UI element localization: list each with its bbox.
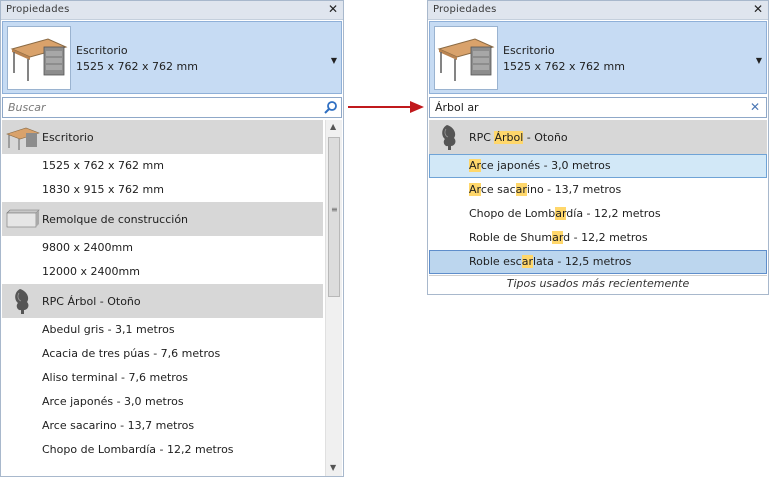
list-item[interactable]: Roble de Shumard - 12,2 metros [429,226,767,250]
trailer-icon [6,209,40,228]
tree-icon [442,125,456,150]
group-header-escritorio[interactable]: Escritorio [2,120,323,154]
scroll-thumb[interactable]: ≡ [328,137,340,297]
group-header-rpc-arbol[interactable]: RPC Árbol - Otoño [2,284,323,318]
search-box[interactable] [2,97,342,118]
tree-icon [15,289,29,314]
group-header-rpc-arbol[interactable]: RPC Árbol - Otoño [429,120,767,154]
close-icon[interactable]: ✕ [753,2,763,16]
list-item-hovered[interactable]: Arce japonés - 3,0 metros [429,154,767,178]
chevron-down-icon[interactable]: ▼ [331,56,337,65]
match-highlight: ar [552,231,564,244]
panel-titlebar: Propiedades ✕ [1,1,343,20]
match-highlight: ar [515,183,527,196]
match-highlight: Árbol [494,131,524,144]
desk-thumbnail [434,26,498,90]
panel-title: Propiedades [6,4,70,15]
arrow-icon [348,101,424,113]
clear-icon[interactable]: ✕ [750,100,760,114]
list-item[interactable]: Chopo de Lombardía - 12,2 metros [429,202,767,226]
match-highlight: Ar [469,183,481,196]
properties-panel-right: Propiedades ✕ Escritorio 1525 x 762 x 76… [427,0,769,295]
match-highlight: Ar [469,159,481,172]
type-selector[interactable]: Escritorio 1525 x 762 x 762 mm ▼ [429,21,767,94]
list-item[interactable]: 1830 x 915 x 762 mm [2,178,323,202]
type-list: Escritorio 1525 x 762 x 762 mm 1830 x 91… [2,120,323,476]
group-header-remolque[interactable]: Remolque de construcción [2,202,323,236]
list-item[interactable]: Chopo de Lombardía - 12,2 metros [2,438,323,462]
search-icon[interactable] [323,100,338,115]
match-highlight: ar [555,207,567,220]
panel-titlebar: Propiedades ✕ [428,1,768,20]
scroll-up-icon[interactable]: ▲ [330,122,336,131]
list-item-selected[interactable]: Roble escarlata - 12,5 metros [429,250,767,274]
selector-dims: 1525 x 762 x 762 mm [503,60,625,73]
selector-name: Escritorio [503,44,555,57]
vertical-scrollbar[interactable]: ▲ ≡ ▼ [325,120,342,476]
list-item[interactable]: Acacia de tres púas - 7,6 metros [2,342,323,366]
panel-title: Propiedades [433,4,497,15]
match-highlight: ar [521,255,533,268]
list-item[interactable]: Arce japonés - 3,0 metros [2,390,323,414]
selector-dims: 1525 x 762 x 762 mm [76,60,198,73]
type-selector[interactable]: Escritorio 1525 x 762 x 762 mm ▼ [2,21,342,94]
group-label: RPC Árbol - Otoño [42,295,141,308]
group-label: Remolque de construcción [42,213,189,226]
chevron-down-icon[interactable]: ▼ [756,56,762,65]
search-box[interactable]: ✕ [429,97,767,118]
list-item[interactable]: Arce sacarino - 13,7 metros [2,414,323,438]
scroll-down-icon[interactable]: ▼ [330,463,336,472]
desk-icon [6,127,40,150]
list-item[interactable]: 1525 x 762 x 762 mm [2,154,323,178]
close-icon[interactable]: ✕ [328,2,338,16]
desk-thumbnail [7,26,71,90]
list-item[interactable]: Aliso terminal - 7,6 metros [2,366,323,390]
list-item[interactable]: Arce sacarino - 13,7 metros [429,178,767,202]
search-input[interactable] [3,98,341,117]
list-item[interactable]: Abedul gris - 3,1 metros [2,318,323,342]
search-input[interactable] [430,98,766,117]
list-item[interactable]: 12000 x 2400mm [2,260,323,284]
grip-icon: ≡ [331,205,338,214]
filtered-type-list: RPC Árbol - Otoño Arce japonés - 3,0 met… [429,120,767,291]
list-item[interactable]: 9800 x 2400mm [2,236,323,260]
recent-types-link[interactable]: Tipos usados más recientemente [429,275,767,291]
group-label: RPC Árbol - Otoño [469,131,568,144]
selector-name: Escritorio [76,44,128,57]
group-label: Escritorio [42,131,94,144]
properties-panel-left: Propiedades ✕ Escritorio 1525 x 762 x 76… [0,0,344,477]
